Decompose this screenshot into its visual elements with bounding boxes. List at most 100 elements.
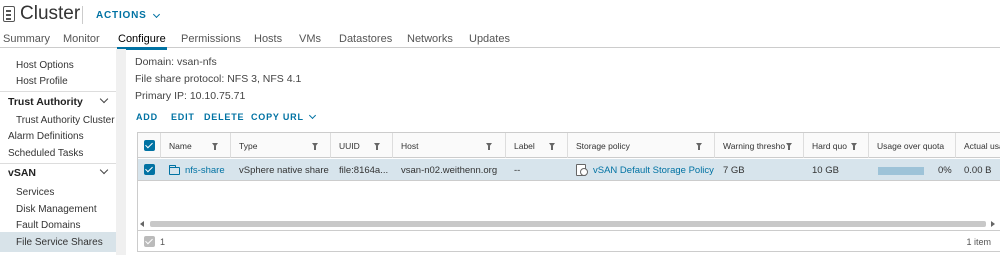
share-uuid: file:8164a... xyxy=(339,165,389,176)
share-host: vsan-n02.weithenn.org xyxy=(401,165,498,176)
storage-policy-icon xyxy=(576,164,588,176)
sidebar-item-disk-management[interactable]: Disk Management xyxy=(16,204,97,215)
sidebar-item-host-options[interactable]: Host Options xyxy=(16,60,74,71)
storage-policy-link[interactable]: vSAN Default Storage Policy xyxy=(593,165,714,176)
tab-permissions[interactable]: Permissions xyxy=(181,33,241,45)
tab-vms[interactable]: VMs xyxy=(299,33,321,45)
chevron-down-icon[interactable] xyxy=(99,94,109,104)
filter-icon[interactable] xyxy=(486,143,492,150)
share-warning-threshold: 7 GB xyxy=(723,165,745,176)
tab-networks[interactable]: Networks xyxy=(407,33,453,45)
column-label: Name xyxy=(169,141,192,151)
copy-url-label: COPY URL xyxy=(251,112,304,122)
column-label: Storage policy xyxy=(576,141,630,151)
item-count: 1 item xyxy=(966,237,991,247)
column-header-label[interactable]: Label xyxy=(506,133,568,158)
sidebar-item-file-service-shares[interactable]: File Service Shares xyxy=(16,237,103,248)
filter-icon[interactable] xyxy=(312,143,318,150)
share-type: vSphere native share xyxy=(239,165,329,176)
column-label: UUID xyxy=(339,141,360,151)
filter-icon[interactable] xyxy=(851,143,857,150)
usage-over-quota-cell: 0% xyxy=(869,159,956,181)
copy-url-button[interactable]: COPY URL xyxy=(251,111,316,122)
column-header-uuid[interactable]: UUID xyxy=(331,133,393,158)
column-header-usage-over-quota[interactable]: Usage over quota xyxy=(869,133,956,158)
share-name-link[interactable]: nfs-share xyxy=(185,165,225,176)
column-header-warning-threshold[interactable]: Warning thresho xyxy=(715,133,804,158)
column-label: Host xyxy=(401,141,419,151)
column-header-storage-policy[interactable]: Storage policy xyxy=(568,133,715,158)
selected-count: 1 xyxy=(160,237,166,247)
row-checkbox[interactable] xyxy=(144,164,155,175)
scroll-right-icon[interactable] xyxy=(991,221,995,227)
sidebar-item-services[interactable]: Services xyxy=(16,187,54,198)
tab-bar: Summary Monitor Configure Permissions Ho… xyxy=(0,30,1000,50)
scrollbar-thumb[interactable] xyxy=(150,221,986,227)
filter-icon[interactable] xyxy=(549,143,555,150)
tab-monitor[interactable]: Monitor xyxy=(63,33,100,45)
info-protocol: File share protocol: NFS 3, NFS 4.1 xyxy=(135,73,302,85)
main-content: Domain: vsan-nfs File share protocol: NF… xyxy=(126,49,1000,255)
sidebar-scrollbar[interactable] xyxy=(116,49,126,255)
chevron-down-icon xyxy=(308,111,316,120)
filter-icon[interactable] xyxy=(212,143,218,150)
column-label: Type xyxy=(239,141,258,151)
column-label: Warning thresho xyxy=(723,141,786,151)
chevron-down-icon xyxy=(152,10,160,18)
sidebar-group-trust-authority[interactable]: Trust Authority xyxy=(8,96,83,108)
actions-label: ACTIONS xyxy=(96,10,147,21)
table-row[interactable]: nfs-share vSphere native share file:8164… xyxy=(138,159,1000,181)
usage-progress-bar xyxy=(878,167,924,175)
actions-menu-button[interactable]: ACTIONS xyxy=(96,10,160,21)
selection-checkbox-icon xyxy=(144,236,155,247)
select-all-checkbox[interactable] xyxy=(144,140,155,151)
horizontal-scrollbar[interactable] xyxy=(138,219,1000,229)
share-actual-usage: 0.00 B xyxy=(964,165,992,176)
share-label: -- xyxy=(514,165,521,176)
column-label: Actual usa xyxy=(964,141,1000,151)
tab-datastores[interactable]: Datastores xyxy=(339,33,392,45)
sidebar-group-vsan[interactable]: vSAN xyxy=(8,167,36,179)
column-header-name[interactable]: Name xyxy=(161,133,231,158)
filter-icon[interactable] xyxy=(374,143,380,150)
info-domain: Domain: vsan-nfs xyxy=(135,56,217,68)
tab-hosts[interactable]: Hosts xyxy=(254,33,282,45)
sidebar-item-scheduled-tasks[interactable]: Scheduled Tasks xyxy=(8,148,83,159)
sidebar-item-alarm-definitions[interactable]: Alarm Definitions xyxy=(8,131,84,142)
usage-percent: 0% xyxy=(938,165,952,176)
add-button[interactable]: ADD xyxy=(136,112,158,122)
column-header-hard-quota[interactable]: Hard quo xyxy=(804,133,869,158)
sidebar-item-fault-domains[interactable]: Fault Domains xyxy=(16,220,80,231)
column-header-actual-usage[interactable]: Actual usa xyxy=(956,133,1000,158)
tab-updates[interactable]: Updates xyxy=(469,33,510,45)
sidebar-item-host-profile[interactable]: Host Profile xyxy=(16,76,68,87)
info-primary-ip: Primary IP: 10.10.75.71 xyxy=(135,90,246,102)
chevron-down-icon[interactable] xyxy=(99,165,109,175)
scroll-left-icon[interactable] xyxy=(140,221,144,227)
delete-button[interactable]: DELETE xyxy=(204,112,244,122)
tab-summary[interactable]: Summary xyxy=(3,33,50,45)
column-label: Hard quo xyxy=(812,141,847,151)
page-title: Cluster xyxy=(20,3,81,24)
folder-icon xyxy=(169,165,180,175)
sidebar-divider xyxy=(0,91,116,92)
select-all-cell xyxy=(138,133,161,158)
header-divider xyxy=(82,6,83,24)
shares-table: Name Type UUID Host Label Storage policy xyxy=(137,132,1000,252)
column-label: Usage over quota xyxy=(877,141,945,151)
column-header-type[interactable]: Type xyxy=(231,133,331,158)
sidebar-divider xyxy=(0,163,116,164)
column-header-host[interactable]: Host xyxy=(393,133,506,158)
cluster-icon xyxy=(3,6,15,22)
column-label: Label xyxy=(514,141,535,151)
sidebar: Host Options Host Profile Trust Authorit… xyxy=(0,49,126,255)
table-header: Name Type UUID Host Label Storage policy xyxy=(138,133,1000,158)
table-footer: 1 1 item xyxy=(138,230,1000,252)
filter-icon[interactable] xyxy=(696,143,702,150)
page-header: Cluster ACTIONS xyxy=(0,0,1000,30)
filter-icon[interactable] xyxy=(786,143,792,150)
tab-configure[interactable]: Configure xyxy=(117,33,167,50)
share-hard-quota: 10 GB xyxy=(812,165,839,176)
sidebar-item-trust-authority-cluster[interactable]: Trust Authority Cluster xyxy=(16,115,115,126)
edit-button[interactable]: EDIT xyxy=(171,112,195,122)
